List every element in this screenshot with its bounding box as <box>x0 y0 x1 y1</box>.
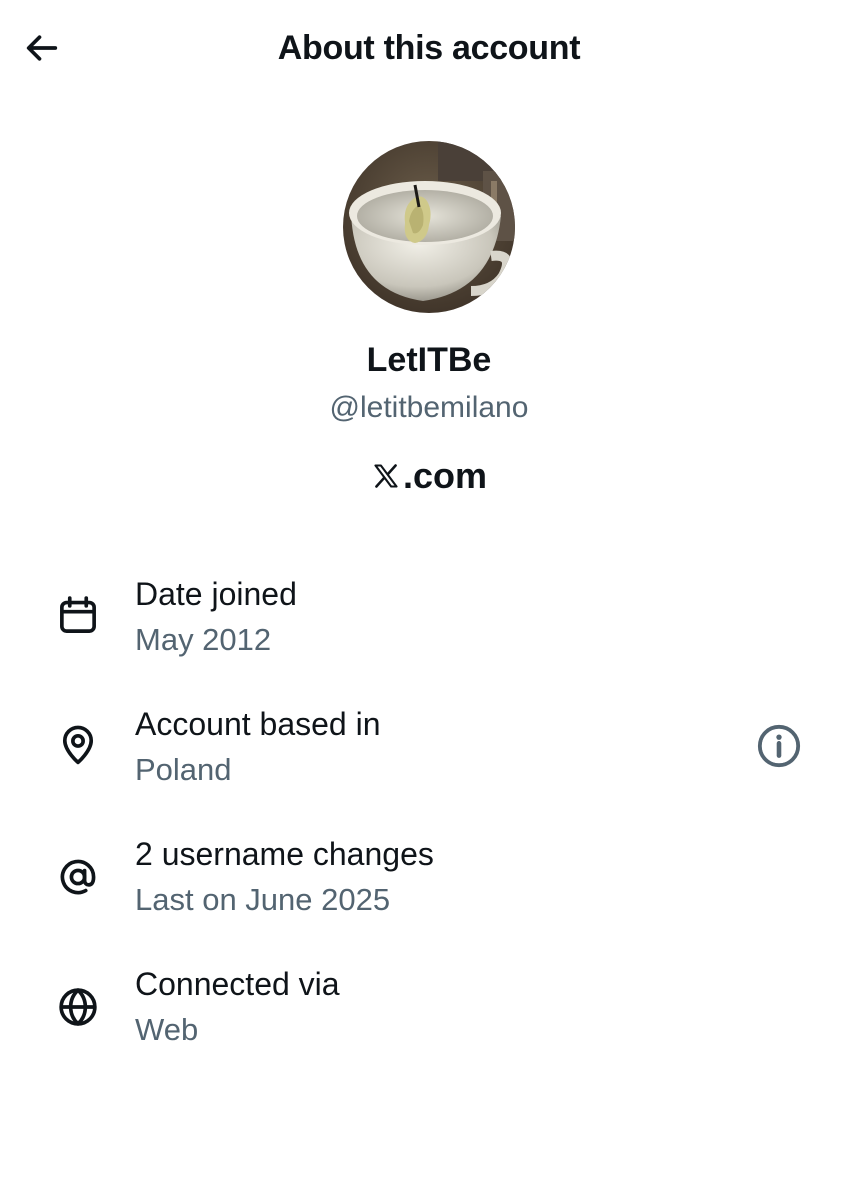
globe-icon <box>56 985 100 1029</box>
top-bar: About this account <box>0 0 858 96</box>
at-sign-icon <box>56 855 100 899</box>
row-value: May 2012 <box>135 622 272 657</box>
row-value: Web <box>135 1012 199 1047</box>
location-pin-icon <box>56 723 100 767</box>
site-label: .com <box>0 452 858 500</box>
username-handle: @letitbemilano <box>329 391 529 424</box>
site-suffix: .com <box>402 455 488 496</box>
display-name: LetITBe <box>366 341 492 379</box>
row-date-joined: Date joined May 2012 <box>0 570 858 680</box>
avatar-image <box>343 141 515 313</box>
avatar[interactable] <box>343 141 515 313</box>
row-value: Poland <box>135 752 232 787</box>
row-label: Connected via <box>135 966 340 1002</box>
row-username-changes: 2 username changes Last on June 2025 <box>0 830 858 940</box>
row-value: Last on June 2025 <box>135 882 391 917</box>
row-connected-via: Connected via Web <box>0 960 858 1070</box>
calendar-icon <box>56 593 100 637</box>
row-label: Account based in <box>135 706 381 742</box>
info-button[interactable] <box>756 723 802 769</box>
row-label: 2 username changes <box>135 836 434 872</box>
info-icon <box>757 724 801 768</box>
row-label: Date joined <box>135 576 297 612</box>
x-logo-icon <box>371 461 401 491</box>
page-title: About this account <box>277 29 581 67</box>
row-account-based-in: Account based in Poland <box>0 700 858 810</box>
